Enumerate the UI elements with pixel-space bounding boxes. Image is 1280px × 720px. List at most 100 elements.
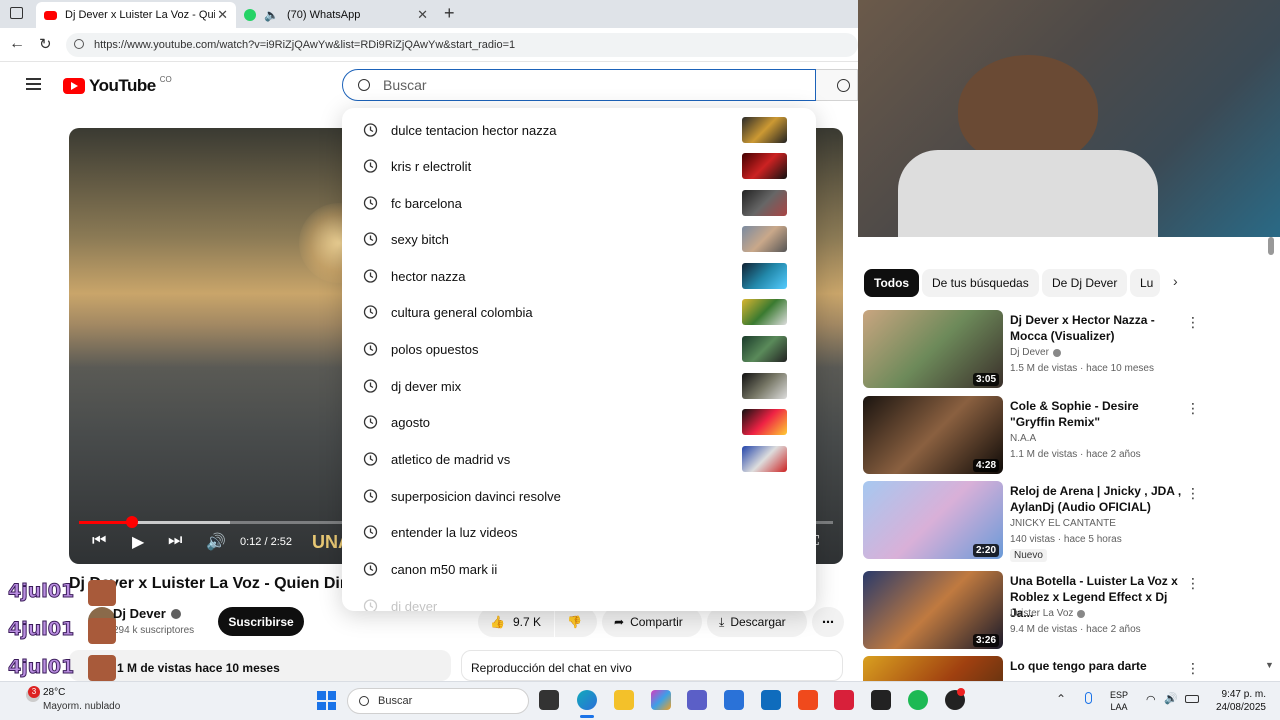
new-tab-button[interactable]: + [444, 3, 455, 24]
url-field[interactable]: https://www.youtube.com/watch?v=i9RiZjQA… [66, 33, 858, 57]
next-icon[interactable]: ⏭ [168, 532, 182, 550]
suggestion-item[interactable]: entender la luz videos [342, 514, 816, 550]
more-vert-icon[interactable]: ⋮ [1186, 314, 1200, 331]
related-video[interactable]: 3:26 Una Botella - Luister La Voz x Robl… [863, 571, 1263, 651]
chevron-right-icon[interactable]: › [1173, 273, 1178, 289]
teams-icon[interactable] [687, 690, 707, 710]
file-explorer-icon[interactable] [614, 690, 634, 710]
search-button[interactable] [816, 69, 858, 101]
suggestion-item[interactable]: atletico de madrid vs [342, 441, 816, 477]
spotify-icon[interactable] [908, 690, 928, 710]
scrollbar[interactable] [1268, 237, 1274, 255]
youtube-logo[interactable]: YouTube CO [63, 75, 172, 96]
chip-from-channel[interactable]: De Dj Dever [1042, 269, 1128, 297]
more-vert-icon[interactable]: ⋮ [1186, 575, 1200, 592]
language-indicator[interactable]: ESP LAA [1110, 689, 1128, 713]
edge-icon[interactable] [577, 690, 597, 710]
description-box[interactable]: 1 M de vistas hace 10 meses [69, 650, 451, 681]
suggestion-item[interactable]: agosto [342, 404, 816, 440]
tab-strip: Dj Dever x Luister La Voz - Quien ✕ 🔈 (7… [0, 0, 858, 28]
scroll-down-icon[interactable]: ▼ [1265, 660, 1274, 670]
suggestion-item[interactable]: kris r electrolit [342, 148, 816, 184]
suggestion-item[interactable]: dulce tentacion hector nazza [342, 112, 816, 148]
share-button[interactable]: ➦ Compartir [602, 607, 702, 637]
suggestion-item[interactable]: sexy bitch [342, 221, 816, 257]
suggestion-item[interactable]: fc barcelona [342, 185, 816, 221]
store-icon[interactable] [724, 690, 744, 710]
suggestion-item[interactable]: canon m50 mark ii [342, 551, 816, 587]
previous-icon[interactable]: ⏮ [92, 532, 106, 550]
related-video[interactable]: 4:28 Cole & Sophie - Desire "Gryffin Rem… [863, 396, 1263, 476]
suggestion-thumbnail [742, 373, 787, 399]
history-icon [363, 379, 378, 393]
suggestion-text: superposicion davinci resolve [391, 488, 561, 504]
chat-overlay-avatar [88, 655, 116, 681]
dislike-button[interactable]: 👎 [555, 607, 597, 637]
volume-icon[interactable]: 🔊 [1164, 692, 1178, 705]
related-video[interactable]: 3:05 Dj Dever x Hector Nazza - Mocca (Vi… [863, 310, 1263, 390]
tab-close-icon[interactable]: ✕ [217, 7, 228, 23]
more-vert-icon[interactable]: ⋮ [1186, 400, 1200, 417]
duration-badge: 3:26 [972, 634, 999, 647]
suggestion-item[interactable]: cultura general colombia [342, 294, 816, 330]
share-label: Compartir [630, 615, 683, 629]
download-button[interactable]: ⤓ Descargar [707, 607, 807, 637]
weather-widget[interactable]: 3 28°C Mayorm. nublado [24, 686, 134, 716]
search-input[interactable]: Buscar [342, 69, 816, 101]
chip-more[interactable]: Lu [1130, 269, 1160, 297]
more-actions-button[interactable]: ⋯ [812, 607, 844, 637]
scrubber-handle[interactable] [125, 516, 138, 528]
speaker-icon[interactable]: 🔈 [264, 8, 279, 22]
start-icon[interactable] [317, 691, 336, 710]
more-vert-icon[interactable]: ⋮ [1186, 485, 1200, 502]
tab-close-icon[interactable]: ✕ [417, 7, 428, 23]
live-chat-replay[interactable]: Reproducción del chat en vivo [461, 650, 843, 681]
reload-icon[interactable]: ↻ [39, 35, 52, 53]
suggestion-thumbnail [742, 299, 787, 325]
more-vert-icon[interactable]: ⋮ [1186, 660, 1200, 677]
chat-overlay-name: 4jul01 [7, 580, 75, 603]
tab-actions-icon[interactable] [10, 7, 23, 19]
shield-icon[interactable] [834, 690, 854, 710]
menu-icon[interactable] [26, 78, 41, 90]
related-video[interactable]: Lo que tengo para darte ⋮ [863, 656, 1263, 681]
clock-time: 9:47 p. m. [1221, 689, 1266, 700]
suggestion-thumbnail [742, 117, 787, 143]
volume-icon[interactable]: 🔊 [206, 532, 226, 552]
back-icon[interactable]: ← [9, 35, 25, 53]
chip-from-searches[interactable]: De tus búsquedas [922, 269, 1039, 297]
subscribe-button[interactable]: Suscribirse [218, 607, 304, 636]
copilot-icon[interactable] [651, 690, 671, 710]
like-button[interactable]: 👍 9.7 K [478, 607, 554, 637]
related-video[interactable]: 2:20 Reloj de Arena | Jnicky , JDA , Ayl… [863, 481, 1263, 562]
history-icon [363, 489, 378, 503]
brave-icon[interactable] [798, 690, 818, 710]
task-view-icon[interactable] [539, 690, 559, 710]
chip-all[interactable]: Todos [864, 269, 920, 297]
capcut-icon[interactable] [871, 690, 891, 710]
suggestion-item[interactable]: hector nazza [342, 258, 816, 294]
suggestion-item[interactable]: superposicion davinci resolve [342, 478, 816, 514]
battery-icon[interactable] [1185, 695, 1199, 703]
suggestion-item[interactable]: polos opuestos [342, 331, 816, 367]
suggestion-item[interactable]: dj dever mix [342, 368, 816, 404]
outlook-icon[interactable] [761, 690, 781, 710]
clock[interactable]: 9:47 p. m. 24/08/2025 [1212, 688, 1266, 714]
chevron-up-icon[interactable]: ⌃ [1056, 692, 1066, 706]
verified-icon [1077, 609, 1086, 618]
wifi-icon[interactable]: ◠ [1146, 693, 1156, 706]
youtube-play-icon [63, 78, 85, 94]
channel-name[interactable]: Dj Dever [113, 606, 181, 621]
suggestion-item[interactable]: dj dever [342, 588, 816, 611]
history-icon [363, 305, 378, 319]
download-label: Descargar [730, 615, 786, 629]
views-date: 1 M de vistas hace 10 meses [117, 661, 280, 675]
tab-youtube[interactable]: Dj Dever x Luister La Voz - Quien ✕ [36, 2, 236, 28]
tab-whatsapp[interactable]: 🔈 (70) WhatsApp ✕ [236, 2, 436, 28]
microphone-icon[interactable] [1085, 692, 1092, 704]
play-icon[interactable]: ▶ [132, 532, 144, 552]
taskbar-search[interactable]: Buscar [347, 688, 529, 714]
site-info-icon[interactable] [74, 39, 84, 49]
suggestion-text: dj dever [391, 598, 438, 612]
webcam-shirt [898, 150, 1158, 237]
